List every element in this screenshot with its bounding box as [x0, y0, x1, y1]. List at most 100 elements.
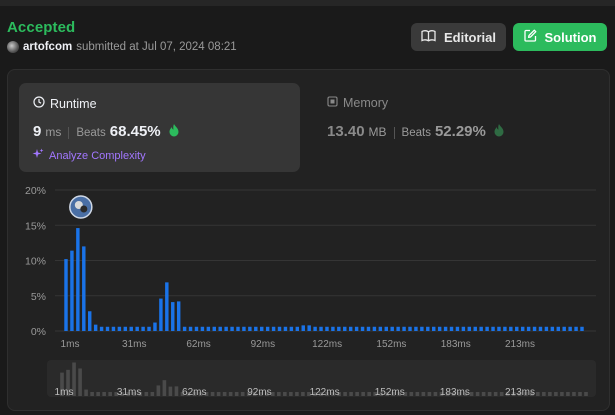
overview-tick-label: 213ms — [505, 387, 535, 398]
x-tick-label: 152ms — [376, 339, 406, 350]
bar — [515, 326, 519, 331]
bar — [135, 326, 139, 331]
bar — [467, 326, 472, 331]
overview-bar — [210, 392, 215, 396]
bar — [260, 326, 264, 331]
overview-tick-label: 152ms — [375, 387, 405, 398]
avatar-shade — [80, 205, 88, 213]
overview-bar — [295, 392, 299, 396]
bar — [580, 326, 584, 331]
bar — [455, 326, 460, 331]
bar — [509, 326, 513, 331]
bar — [236, 326, 240, 331]
bar — [556, 326, 560, 331]
bar — [532, 326, 537, 331]
bar — [254, 326, 258, 331]
overview-bar — [536, 392, 540, 396]
x-tick-label: 31ms — [122, 339, 146, 350]
bar — [111, 326, 116, 331]
bar — [182, 326, 187, 331]
overview-bar — [554, 392, 558, 396]
bar — [301, 325, 305, 331]
overview-bar — [361, 392, 365, 396]
overview-bar — [343, 392, 347, 396]
bar — [277, 326, 282, 331]
overview-bar — [566, 392, 570, 396]
bar — [123, 326, 128, 331]
bar — [574, 326, 578, 331]
y-tick-label: 20% — [25, 185, 46, 197]
overview-bar — [584, 392, 588, 396]
bar — [76, 228, 80, 331]
overview-bar — [493, 392, 498, 396]
overview-bar — [78, 368, 82, 396]
bar — [206, 326, 211, 331]
overview-bar — [96, 392, 100, 396]
overview-bar — [542, 392, 546, 396]
overview-tick-label: 31ms — [117, 387, 141, 398]
bar — [218, 326, 222, 331]
bar — [165, 282, 169, 331]
bar — [360, 326, 365, 331]
chart-grid — [55, 189, 596, 332]
bar — [443, 326, 448, 331]
bar — [153, 322, 157, 331]
bar — [70, 250, 74, 331]
bar — [147, 326, 151, 331]
overview-tick-label: 1ms — [55, 387, 74, 398]
bar — [503, 326, 507, 331]
overview-bar — [469, 392, 474, 396]
overview-tick-label: 183ms — [440, 387, 470, 398]
overview-bar — [216, 392, 221, 396]
overview-bar — [144, 392, 149, 396]
overview-bar — [301, 392, 305, 396]
bar — [366, 326, 371, 331]
overview-bar — [174, 386, 179, 396]
bar — [319, 326, 323, 331]
bar — [224, 326, 228, 331]
overview-bar — [548, 392, 552, 396]
bar — [408, 326, 412, 331]
overview-bar — [487, 392, 492, 396]
bar — [200, 326, 205, 331]
bar — [105, 326, 110, 331]
overview-bar — [415, 392, 420, 396]
bar — [289, 326, 294, 331]
bar — [348, 326, 353, 331]
overview-bar — [222, 392, 227, 396]
overview-bar — [240, 392, 245, 396]
bar — [402, 326, 406, 331]
x-tick-label: 122ms — [312, 339, 342, 350]
overview-bar — [84, 389, 88, 396]
x-axis-labels: 1ms 31ms 62ms 92ms 122ms 152ms 183ms 213ms — [61, 339, 535, 350]
bar — [562, 326, 566, 331]
overview-bar — [283, 392, 287, 396]
y-tick-label: 0% — [31, 326, 46, 338]
chart-bars — [64, 228, 584, 331]
bar — [497, 326, 501, 331]
bar — [491, 326, 495, 331]
bar — [82, 246, 86, 331]
x-tick-label: 92ms — [251, 339, 275, 350]
bar — [117, 326, 122, 331]
bar — [426, 326, 430, 331]
bar — [396, 326, 400, 331]
overview-tick-label: 92ms — [247, 387, 271, 398]
overview-bar — [578, 392, 582, 396]
runtime-distribution-chart[interactable]: 20%15%10%5%0% 1ms 31ms 62ms 92ms 122ms 152ms 1… — [0, 0, 615, 415]
x-tick-label: 62ms — [186, 339, 210, 350]
bar — [265, 326, 270, 331]
overview-bar — [228, 392, 233, 396]
bar — [64, 259, 68, 331]
bar — [188, 326, 193, 331]
bar — [331, 326, 335, 331]
bar — [420, 326, 424, 331]
bar — [141, 326, 145, 331]
overview-bar — [168, 386, 173, 396]
overview-bar — [289, 392, 293, 396]
bar — [230, 326, 234, 331]
overview-tick-label: 62ms — [182, 387, 206, 398]
bar — [248, 326, 252, 331]
overview-bar — [156, 385, 161, 396]
bar — [449, 326, 454, 331]
